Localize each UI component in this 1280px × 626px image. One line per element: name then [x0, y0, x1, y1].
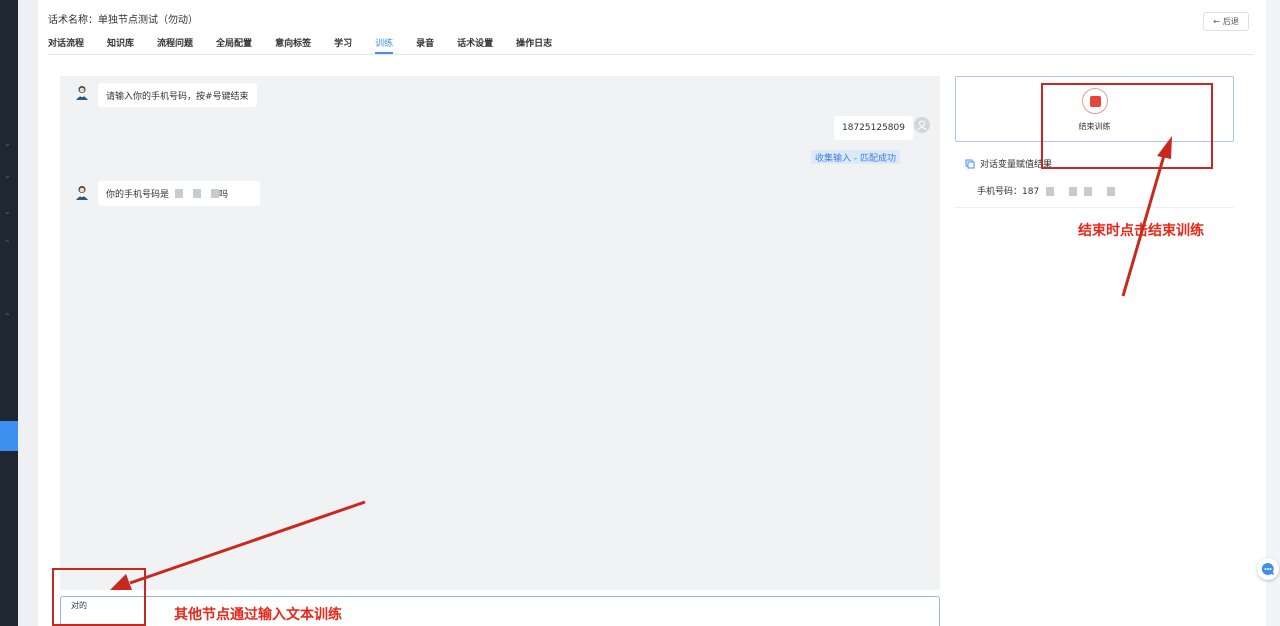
variable-result-header: 对话变量赋值结果	[965, 157, 1052, 170]
tab-intent-tags[interactable]: 意向标签	[275, 36, 311, 54]
chat-help-button[interactable]	[1257, 558, 1279, 580]
sidebar-gutter	[18, 0, 38, 626]
redacted-block	[1046, 187, 1055, 196]
user-avatar-icon	[914, 117, 930, 133]
bot-avatar-icon	[76, 86, 88, 100]
redacted-block	[211, 189, 220, 198]
bot-message-prefix: 你的手机号码是	[106, 190, 170, 200]
chevron-down-icon[interactable]: ⌄	[4, 140, 11, 148]
redacted-block	[175, 189, 184, 198]
tab-recordings[interactable]: 录音	[416, 36, 434, 54]
redacted-block	[1083, 187, 1092, 196]
bot-avatar-icon	[76, 186, 88, 200]
match-status-badge: 收集输入 - 匹配成功	[811, 150, 900, 164]
tab-dialog-flow[interactable]: 对话流程	[48, 36, 84, 54]
tab-bar: 对话流程 知识库 流程问题 全局配置 意向标签 学习 训练 录音 话术设置 操作…	[48, 36, 575, 56]
user-message: 18725125809	[834, 116, 913, 140]
redacted-block	[1106, 187, 1115, 196]
back-button[interactable]: ← 后退	[1203, 12, 1249, 31]
chevron-up-icon[interactable]: ⌃	[4, 240, 11, 248]
page-title: 话术名称：单独节点测试（勿动）	[48, 15, 198, 26]
chat-panel: 请输入你的手机号码，按#号键结束 18725125809 收集输入 - 匹配成功…	[60, 76, 940, 590]
back-button-label: 后退	[1222, 17, 1239, 26]
result-divider	[955, 207, 1234, 208]
annotation-end-hint: 结束时点击结束训练	[1078, 223, 1204, 239]
tab-knowledge-base[interactable]: 知识库	[107, 36, 134, 54]
annotation-box-stop	[1041, 83, 1213, 169]
variable-result-row: 手机号码：187	[977, 184, 1115, 197]
bot-message: 你的手机号码是 吗	[98, 181, 260, 206]
tab-global-config[interactable]: 全局配置	[216, 36, 252, 54]
variable-label: 手机号码：	[977, 187, 1023, 197]
tab-training[interactable]: 训练	[375, 36, 394, 54]
left-nav-sidebar: ⌄ ⌄ ⌄ ⌃ ⌃	[0, 0, 18, 626]
tab-operation-log[interactable]: 操作日志	[516, 36, 552, 54]
sidebar-active-item[interactable]	[0, 421, 18, 451]
tab-flow-questions[interactable]: 流程问题	[157, 36, 193, 54]
redacted-block	[1068, 187, 1077, 196]
bot-message-suffix: 吗	[219, 190, 229, 200]
variable-value: 187	[1022, 187, 1040, 197]
chevron-down-icon[interactable]: ⌄	[4, 208, 11, 216]
tab-learning[interactable]: 学习	[334, 36, 352, 54]
copy-icon	[965, 159, 975, 168]
annotation-input-hint: 其他节点通过输入文本训练	[174, 607, 342, 623]
bot-message: 请输入你的手机号码，按#号键结束	[98, 83, 257, 107]
chevron-up-icon[interactable]: ⌃	[4, 313, 11, 321]
redacted-block	[193, 189, 202, 198]
chevron-down-icon[interactable]: ⌄	[4, 172, 11, 180]
chat-bubble-icon	[1261, 562, 1274, 575]
tab-script-settings[interactable]: 话术设置	[457, 36, 493, 54]
annotation-box-input	[52, 568, 146, 626]
tabs-divider	[48, 54, 1254, 55]
arrow-left-icon: ←	[1213, 17, 1220, 26]
